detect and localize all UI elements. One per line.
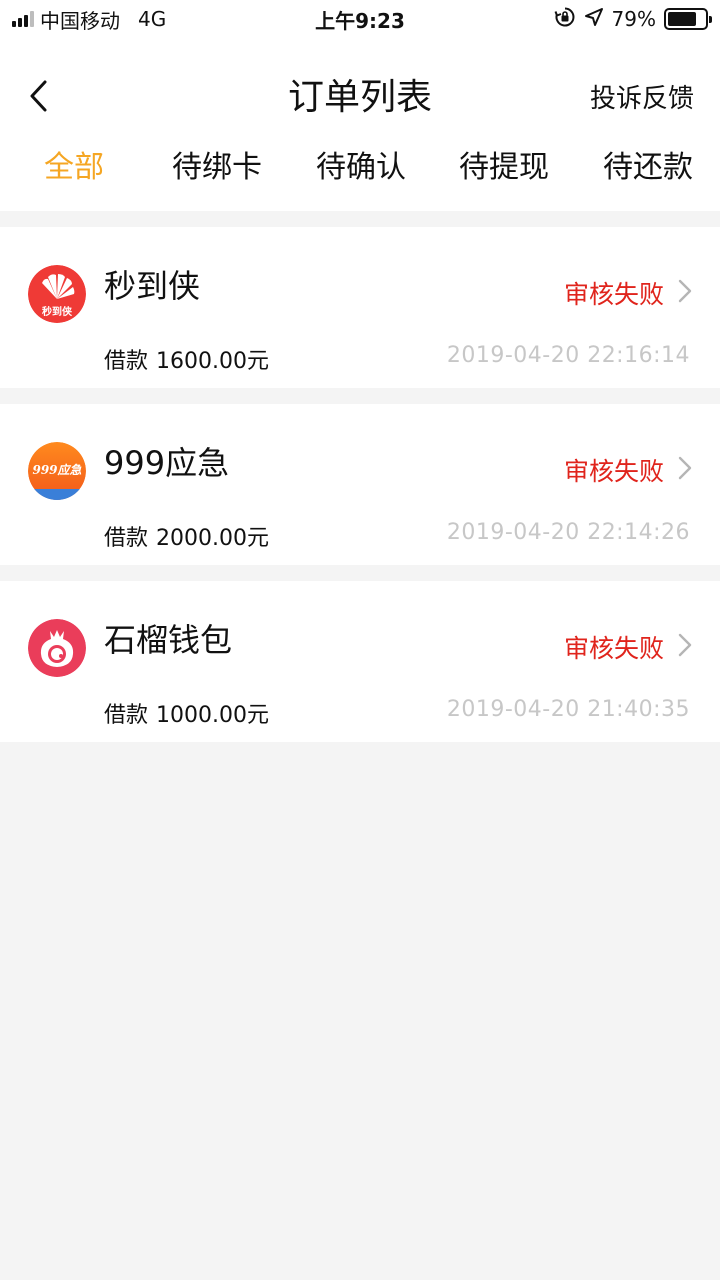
loan-amount: 借款 1600.00元	[104, 343, 269, 375]
order-status: 审核失败	[563, 457, 664, 486]
order-item[interactable]: 石榴钱包 审核失败 借款 1000.00元 2019-04-20 21:40:35	[0, 581, 720, 742]
logo-text: 秒到侠	[42, 305, 73, 318]
chevron-right-icon	[678, 633, 692, 657]
app-logo-shiliu-wallet	[28, 619, 86, 677]
back-button[interactable]	[20, 74, 56, 118]
amount-label: 借款	[104, 703, 149, 728]
rotation-lock-icon	[554, 6, 576, 33]
location-arrow-icon	[584, 7, 604, 32]
order-status-tabs: 全部 待绑卡 待确认 待提现 待还款	[0, 138, 720, 211]
order-item[interactable]: 秒到侠 秒到侠 审核失败 借款 1600.00元 2019-04-20 22:16…	[0, 227, 720, 388]
complaint-feedback-button[interactable]: 投诉反馈	[590, 78, 694, 115]
nav-bar: 订单列表 投诉反馈	[0, 38, 720, 138]
amount-value: 1600.00元	[156, 349, 269, 374]
app-logo-miaodaoxia: 秒到侠	[28, 265, 86, 323]
amount-label: 借款	[104, 526, 149, 551]
order-status: 审核失败	[563, 634, 664, 663]
status-bar: 中国移动 4G 上午9:23 79%	[0, 0, 720, 38]
chevron-left-icon	[30, 80, 47, 112]
amount-value: 2000.00元	[156, 526, 269, 551]
order-timestamp: 2019-04-20 22:16:14	[446, 343, 690, 368]
loan-amount: 借款 2000.00元	[104, 520, 269, 552]
order-item[interactable]: 999应急 999应急 审核失败 借款 2000.00元 2019-04-20 2…	[0, 404, 720, 565]
battery-percent: 79%	[611, 7, 656, 31]
app-name: 999应急	[104, 444, 230, 482]
app-name: 石榴钱包	[104, 621, 233, 659]
carrier-name: 中国移动	[40, 8, 120, 33]
tab-all[interactable]: 全部	[44, 144, 104, 192]
tab-pending-withdrawal[interactable]: 待提现	[459, 144, 549, 192]
order-status: 审核失败	[563, 280, 664, 309]
battery-fill	[668, 12, 697, 26]
app-logo-999yingji: 999应急	[28, 442, 86, 500]
tab-pending-repayment[interactable]: 待还款	[603, 144, 693, 192]
battery-icon	[664, 8, 712, 30]
amount-label: 借款	[104, 349, 149, 374]
tab-pending-card-binding[interactable]: 待绑卡	[172, 144, 262, 192]
loan-amount: 借款 1000.00元	[104, 697, 269, 729]
status-time: 上午9:23	[315, 8, 405, 33]
logo-text: 999应急	[32, 463, 81, 477]
status-left: 中国移动 4G	[12, 0, 166, 38]
amount-value: 1000.00元	[156, 703, 269, 728]
chevron-right-icon	[678, 279, 692, 303]
tab-pending-confirmation[interactable]: 待确认	[316, 144, 406, 192]
order-timestamp: 2019-04-20 22:14:26	[446, 520, 690, 545]
signal-strength-icon	[12, 11, 34, 27]
order-timestamp: 2019-04-20 21:40:35	[446, 697, 690, 722]
network-type: 4G	[138, 7, 167, 31]
order-list: 秒到侠 秒到侠 审核失败 借款 1600.00元 2019-04-20 22:16…	[0, 227, 720, 758]
status-right: 79%	[554, 0, 712, 38]
chevron-right-icon	[678, 456, 692, 480]
app-name: 秒到侠	[104, 267, 201, 305]
